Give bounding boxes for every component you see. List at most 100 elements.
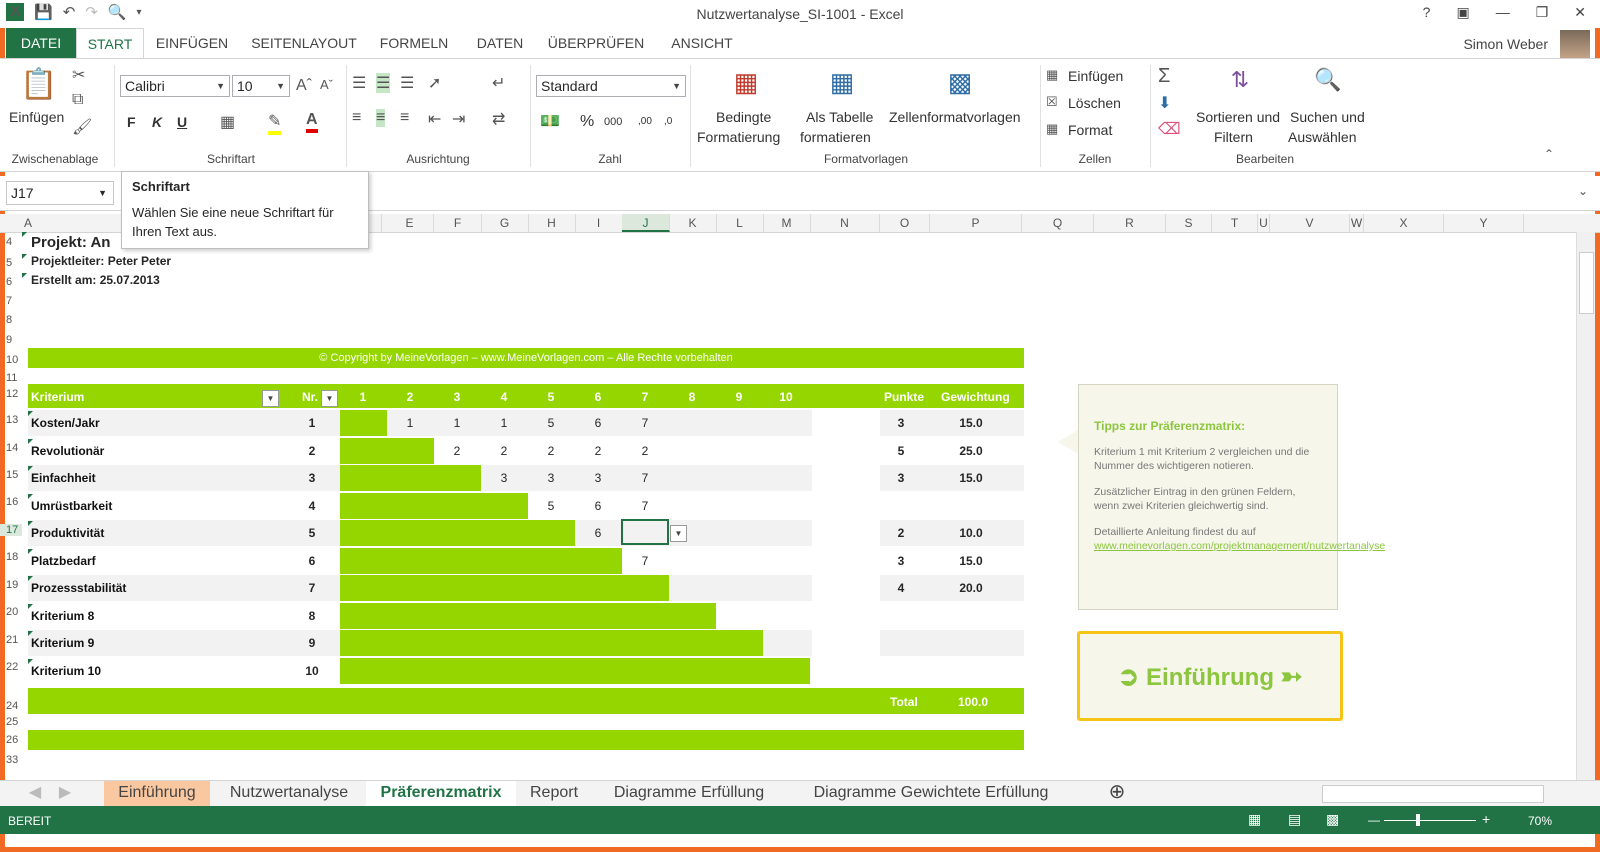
cell-dropdown-button[interactable]: ▼ [670,525,687,542]
borders-icon[interactable]: ▦ [220,112,235,132]
row-header-11[interactable]: 11 [0,372,22,384]
matrix-cell[interactable]: 7 [622,493,668,520]
column-header-y[interactable]: Y [1444,214,1524,232]
weight-cell[interactable]: 15.0 [940,465,1002,492]
matrix-cell[interactable]: 1 [387,410,433,437]
criterion-number[interactable]: 9 [297,630,327,657]
matrix-cell[interactable]: 7 [622,465,668,492]
diagonal-green-cell[interactable] [340,657,810,684]
criterion-number[interactable]: 10 [297,658,327,685]
matrix-cell[interactable]: 5 [528,410,574,437]
align-top-icon[interactable]: ☰ [352,73,366,93]
align-right-icon[interactable]: ≡ [400,109,409,127]
fill-icon[interactable]: ⬇ [1158,93,1171,113]
tab-formulas[interactable]: FORMELN [374,28,454,58]
zoom-out-icon[interactable]: — [1368,813,1380,827]
row-header-12[interactable]: 12 [0,388,22,400]
font-color-icon[interactable]: A [306,111,318,133]
page-break-view-icon[interactable]: ▩ [1326,811,1339,828]
selected-cell-j17[interactable] [621,519,669,545]
zoom-level[interactable]: 70% [1528,814,1552,828]
tab-insert[interactable]: EINFÜGEN [150,28,234,58]
filter-dropdown-nr[interactable]: ▼ [321,390,338,407]
diagonal-green-cell[interactable] [340,492,528,519]
name-box[interactable]: J17 ▼ [6,181,114,205]
column-header-i[interactable]: I [575,214,623,232]
row-header-17[interactable]: 17 [0,524,22,536]
column-header-n[interactable]: N [810,214,880,232]
decrease-decimal-button[interactable]: ,0 [664,116,672,127]
criterion-label[interactable]: Einfachheit [31,465,96,492]
row-header-33[interactable]: 33 [0,754,22,766]
page-layout-view-icon[interactable]: ▤ [1288,811,1301,828]
intro-button[interactable]: ➲ Einführung ➳ [1077,631,1343,721]
column-header-t[interactable]: T [1212,214,1258,232]
find-select-label[interactable]: Suchen und [1290,109,1365,125]
column-header-m[interactable]: M [763,214,811,232]
sort-filter-label[interactable]: Sortieren und [1196,109,1280,125]
tab-start[interactable]: START [76,28,144,60]
diagonal-green-cell[interactable] [340,547,622,574]
align-bottom-icon[interactable]: ☰ [400,73,414,93]
column-header-f[interactable]: F [434,214,482,232]
criterion-number[interactable]: 3 [297,465,327,492]
criterion-number[interactable]: 6 [297,548,327,575]
diagonal-green-cell[interactable] [340,630,763,656]
criterion-label[interactable]: Kriterium 9 [31,630,94,657]
row-header-24[interactable]: 24 [0,700,22,712]
normal-view-icon[interactable]: ▦ [1248,811,1261,828]
increase-indent-icon[interactable]: ⇥ [452,109,465,129]
column-header-o[interactable]: O [880,214,930,232]
column-header-q[interactable]: Q [1022,214,1094,232]
currency-icon[interactable]: 💵 [540,111,560,131]
column-header-k[interactable]: K [669,214,717,232]
tab-review[interactable]: ÜBERPRÜFEN [546,28,646,58]
paste-icon[interactable]: 📋 [20,67,57,107]
horizontal-scrollbar[interactable] [1322,785,1544,803]
weight-cell[interactable]: 10.0 [940,520,1002,547]
row-header-22[interactable]: 22 [0,661,22,673]
weight-cell[interactable]: 15.0 [940,548,1002,575]
weight-cell[interactable]: 25.0 [940,438,1002,465]
grow-font-icon[interactable]: Aˆ [296,77,312,95]
font-size-combo[interactable]: 10 ▼ [232,75,290,97]
delete-cells-icon[interactable]: ☒ [1046,94,1058,110]
find-select-label-2[interactable]: Auswählen [1288,129,1357,145]
align-left-icon[interactable]: ≡ [352,109,361,127]
row-header-10[interactable]: 10 [0,354,22,366]
row-header-25[interactable]: 25 [0,716,22,728]
criterion-number[interactable]: 5 [297,520,327,547]
matrix-cell[interactable]: 6 [575,520,621,547]
criterion-number[interactable]: 1 [297,410,327,437]
wrap-text-icon[interactable]: ↵ [492,73,505,93]
decrease-indent-icon[interactable]: ⇤ [428,109,441,129]
matrix-cell[interactable]: 6 [575,493,621,520]
align-middle-icon[interactable]: ☰ [376,73,391,93]
matrix-cell[interactable]: 5 [528,493,574,520]
criterion-number[interactable]: 4 [297,493,327,520]
vertical-scrollbar[interactable] [1576,232,1595,780]
row-header-5[interactable]: 5 [0,257,22,269]
paste-button[interactable]: Einfügen [9,109,64,125]
diagonal-green-cell[interactable] [340,575,669,601]
row-header-4[interactable]: 4 [0,236,22,248]
collapse-ribbon-icon[interactable]: ⌃ [1544,147,1554,161]
criterion-label[interactable]: Kriterium 10 [31,658,101,685]
criterion-number[interactable]: 2 [297,438,327,465]
matrix-cell[interactable]: 2 [575,438,621,465]
expand-formula-icon[interactable]: ⌄ [1578,184,1588,198]
diagonal-green-cell[interactable] [340,602,716,629]
format-cells-icon[interactable]: ▦ [1046,121,1058,137]
tips-link[interactable]: www.meinevorlagen.com/projektmanagement/… [1094,540,1385,552]
column-header-j[interactable]: J [622,214,670,232]
tab-view[interactable]: ANSICHT [660,28,744,58]
tab-data[interactable]: DATEN [468,28,532,58]
format-painter-icon[interactable]: 🖌 [72,117,92,137]
row-header-18[interactable]: 18 [0,551,22,563]
criterion-number[interactable]: 7 [297,575,327,602]
matrix-cell[interactable]: 7 [622,410,668,437]
matrix-cell[interactable]: 3 [575,465,621,492]
clear-icon[interactable]: ⌫ [1158,119,1181,139]
column-header-e[interactable]: E [386,214,434,232]
scrollbar-thumb[interactable] [1579,252,1594,314]
